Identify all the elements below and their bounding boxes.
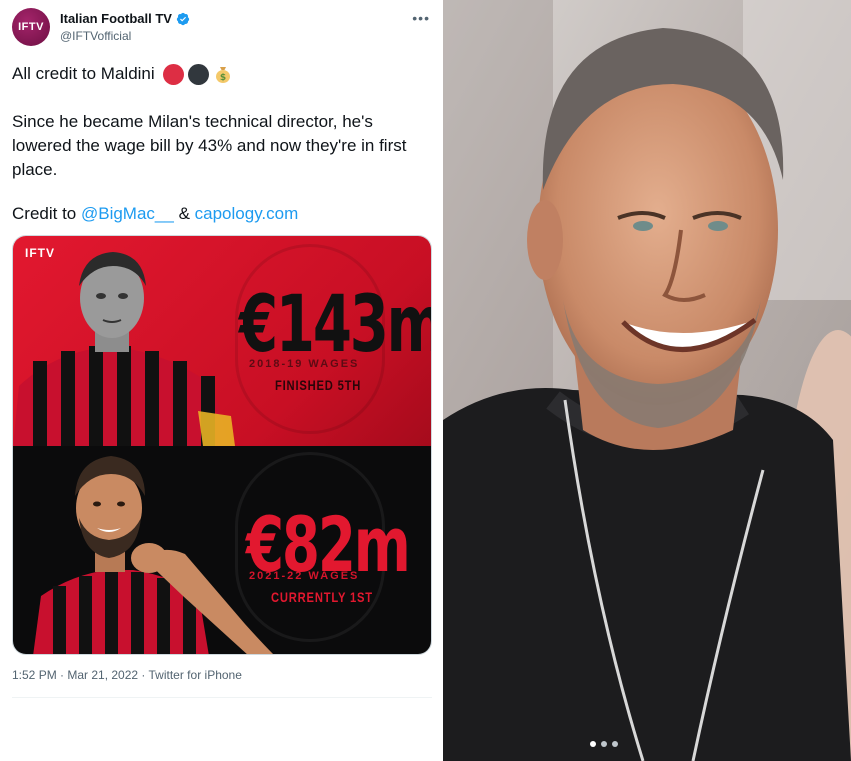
credit-ampersand: & — [173, 204, 195, 223]
tweet-text-intro: All credit to Maldini — [12, 64, 155, 83]
tweet-image-card[interactable]: IFTV €143m 2018-19 WAGES FINISHED 5TH €8… — [12, 235, 432, 655]
league-position-2018: FINISHED 5TH — [275, 377, 362, 393]
carousel-dot-1[interactable] — [590, 741, 596, 747]
more-options-icon[interactable]: ••• — [412, 10, 430, 26]
carousel-dot-2[interactable] — [601, 741, 607, 747]
tweet-text-body: Since he became Milan's technical direct… — [12, 112, 407, 179]
tweet-text-credit: Credit to @BigMac__ & capology.com — [12, 202, 298, 226]
player-image-top — [13, 252, 235, 446]
verified-badge-icon — [176, 12, 190, 25]
black-circle-icon — [187, 63, 209, 85]
mention-link[interactable]: @BigMac__ — [81, 204, 174, 223]
carousel-dots — [590, 741, 618, 747]
site-link[interactable]: capology.com — [195, 204, 299, 223]
wage-season-2021: 2021-22 WAGES — [249, 570, 360, 582]
photo-panel[interactable] — [443, 0, 851, 761]
wage-season-2018: 2018-19 WAGES — [249, 358, 360, 370]
card-bottom-half: €82m 2021-22 WAGES CURRENTLY 1ST — [13, 446, 431, 654]
tweet-header: IFTV Italian Football TV @IFTVofficial •… — [12, 8, 432, 48]
tweet-panel: IFTV Italian Football TV @IFTVofficial •… — [0, 0, 443, 761]
portrait-photo — [443, 0, 851, 761]
red-circle-icon — [162, 63, 184, 85]
divider — [12, 697, 432, 698]
handle[interactable]: @IFTVofficial — [60, 29, 131, 43]
carousel-dot-3[interactable] — [612, 741, 618, 747]
league-position-2021: CURRENTLY 1ST — [271, 589, 373, 605]
svg-text:$: $ — [220, 73, 226, 83]
credit-prefix: Credit to — [12, 204, 81, 223]
tweet-timestamp[interactable]: 1:52 PM · Mar 21, 2022 · Twitter for iPh… — [12, 668, 242, 682]
wage-amount-2018: €143m — [239, 280, 432, 370]
money-bag-icon: $ — [215, 67, 230, 83]
author-name-row[interactable]: Italian Football TV — [60, 11, 190, 26]
card-top-half: IFTV €143m 2018-19 WAGES FINISHED 5TH — [13, 236, 432, 446]
player-image-bottom — [33, 456, 274, 654]
avatar[interactable]: IFTV — [12, 8, 50, 46]
display-name[interactable]: Italian Football TV — [60, 11, 172, 26]
tweet-text-line-1: All credit to Maldini $ — [12, 62, 233, 86]
